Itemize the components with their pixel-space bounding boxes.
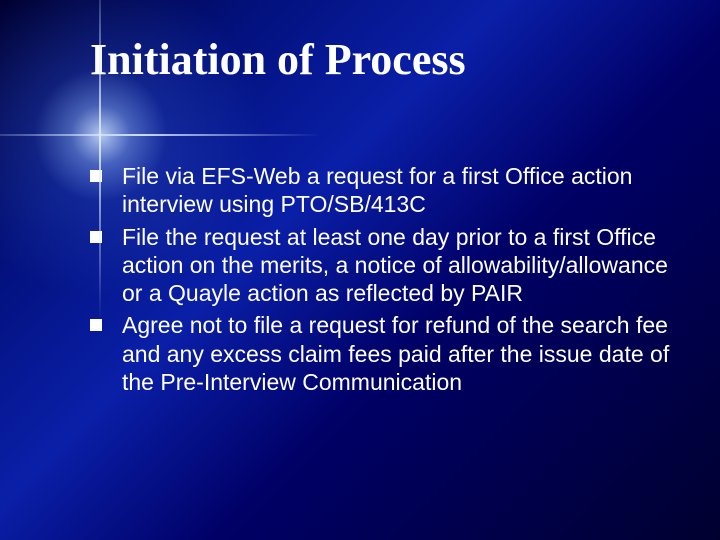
bullet-text: Agree not to file a request for refund o… (122, 311, 670, 396)
slide: Initiation of Process File via EFS-Web a… (0, 0, 720, 540)
bullet-text: File the request at least one day prior … (122, 223, 670, 308)
list-item: File via EFS-Web a request for a first O… (90, 162, 670, 219)
slide-body: File via EFS-Web a request for a first O… (90, 162, 670, 400)
square-bullet-icon (90, 319, 102, 331)
square-bullet-icon (90, 170, 102, 182)
list-item: File the request at least one day prior … (90, 223, 670, 308)
list-item: Agree not to file a request for refund o… (90, 311, 670, 396)
slide-title: Initiation of Process (90, 34, 680, 85)
square-bullet-icon (90, 231, 102, 243)
bullet-text: File via EFS-Web a request for a first O… (122, 162, 670, 219)
